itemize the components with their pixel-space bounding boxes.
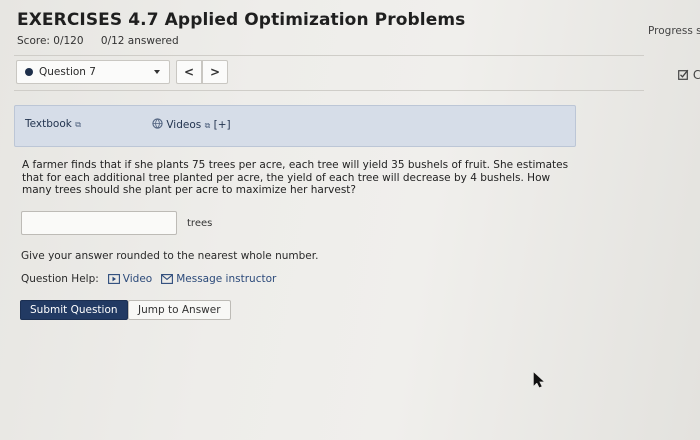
help-video-link[interactable]: Video: [107, 273, 153, 285]
question-select-value: Question 7: [39, 66, 96, 78]
textbook-link[interactable]: Textbook ⧉: [25, 118, 81, 130]
external-link-icon: ⧉: [75, 120, 81, 129]
videos-link[interactable]: Videos ⧉ [+]: [152, 118, 231, 131]
submit-question-button[interactable]: Submit Question: [20, 300, 128, 320]
checkbox-edit-label: C: [692, 68, 700, 82]
envelope-icon: [161, 274, 174, 284]
chevron-down-icon: [154, 70, 160, 74]
message-instructor-link[interactable]: Message instructor: [161, 273, 276, 285]
textbook-label: Textbook: [25, 118, 72, 130]
page-title: EXERCISES 4.7 Applied Optimization Probl…: [17, 10, 466, 30]
question-status-dot-icon: [25, 68, 33, 76]
answered-count: 0/12 answered: [100, 35, 179, 47]
rounding-instruction: Give your answer rounded to the nearest …: [21, 250, 319, 262]
help-video-label: Video: [122, 273, 153, 285]
progress-saved-link[interactable]: Progress sa: [648, 25, 700, 37]
score-value: Score: 0/120: [17, 35, 84, 47]
question-help-label: Question Help:: [21, 273, 99, 285]
answer-unit-label: trees: [187, 218, 213, 229]
question-select[interactable]: Question 7: [16, 60, 170, 84]
message-instructor-label: Message instructor: [176, 273, 277, 285]
play-video-icon: [107, 274, 120, 284]
video-globe-icon: [152, 118, 163, 129]
videos-label: Videos: [166, 119, 202, 131]
mouse-pointer-icon: [533, 372, 545, 392]
jump-to-answer-button[interactable]: Jump to Answer: [128, 300, 231, 320]
external-link-icon: ⧉: [204, 121, 211, 130]
checkbox-edit-icon: [678, 69, 689, 80]
score-summary: Score: 0/120 0/12 answered: [17, 35, 193, 47]
videos-expand-toggle[interactable]: [+]: [214, 119, 231, 131]
problem-statement: A farmer finds that if she plants 75 tre…: [22, 159, 569, 196]
checkbox-edit-button[interactable]: C: [678, 68, 700, 82]
next-question-button[interactable]: >: [202, 60, 228, 84]
previous-question-button[interactable]: <: [176, 60, 202, 84]
resource-bar: [14, 105, 576, 147]
answer-input[interactable]: [21, 211, 177, 235]
question-help: Question Help: Video Message instructor: [21, 273, 276, 285]
